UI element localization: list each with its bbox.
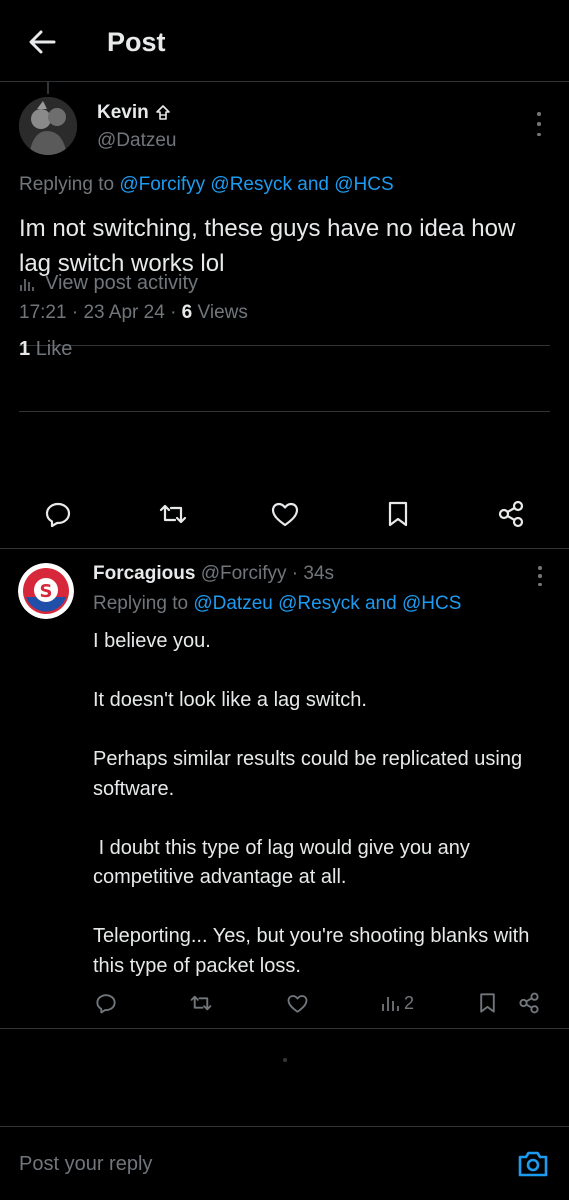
mention-link[interactable]: @HCS bbox=[334, 174, 393, 195]
share-button[interactable] bbox=[518, 989, 540, 1017]
post-meta: 17:21 · 23 Apr 24 · 6 Views bbox=[19, 302, 248, 323]
divider bbox=[0, 548, 569, 549]
views-count: 6 bbox=[181, 302, 193, 323]
post-time: 17:21 bbox=[19, 302, 67, 323]
replying-to: Replying to @Datzeu @Resyck and @HCS bbox=[93, 593, 462, 614]
avatar[interactable] bbox=[19, 97, 77, 155]
mention-link[interactable]: @Forcifyy bbox=[119, 174, 205, 195]
reply-icon bbox=[96, 994, 116, 1014]
more-dot bbox=[538, 566, 542, 570]
repost-icon bbox=[159, 504, 187, 524]
svg-text:S: S bbox=[40, 581, 53, 602]
post-action-bar bbox=[0, 496, 569, 532]
loading-indicator bbox=[283, 1058, 287, 1062]
reply-author-handle[interactable]: @Forcifyy bbox=[201, 563, 287, 584]
bookmark-button[interactable] bbox=[478, 989, 497, 1017]
thread-line bbox=[47, 82, 49, 94]
author-name[interactable]: Kevin bbox=[97, 102, 171, 124]
reply-input[interactable]: Post your reply bbox=[19, 1153, 152, 1176]
post-text: Im not switching, these guys have no ide… bbox=[19, 215, 516, 277]
mention-link[interactable]: @Resyck bbox=[278, 593, 360, 614]
mention-and: and bbox=[297, 174, 329, 195]
bookmark-icon bbox=[480, 993, 495, 1013]
camera-button[interactable] bbox=[516, 1149, 550, 1179]
avatar-image: S bbox=[18, 563, 74, 619]
divider bbox=[0, 1028, 569, 1029]
reply-action-bar: 2 bbox=[0, 989, 569, 1017]
reply-button[interactable] bbox=[40, 496, 76, 532]
bookmark-button[interactable] bbox=[380, 496, 416, 532]
reply-text: I believe you. It doesn't look like a la… bbox=[93, 627, 553, 981]
author-handle[interactable]: @Datzeu bbox=[97, 130, 177, 152]
like-icon bbox=[287, 994, 308, 1013]
arrow-left-icon bbox=[29, 30, 56, 54]
divider bbox=[19, 411, 550, 412]
reply-paragraph: I believe you. bbox=[93, 630, 211, 652]
reply-paragraph: Perhaps similar results could be replica… bbox=[93, 748, 528, 800]
reply-paragraph: Teleporting... Yes, but you're shooting … bbox=[93, 925, 535, 977]
repost-button[interactable] bbox=[155, 496, 191, 532]
more-dot bbox=[537, 132, 541, 136]
back-button[interactable] bbox=[26, 28, 58, 56]
like-button[interactable] bbox=[286, 989, 309, 1017]
views-icon bbox=[382, 997, 399, 1011]
bookmark-icon bbox=[388, 501, 408, 527]
share-button[interactable] bbox=[493, 496, 529, 532]
reply-author-name[interactable]: Forcagious bbox=[93, 563, 195, 584]
more-dot bbox=[537, 122, 541, 126]
reply-header: Forcagious @Forcifyy · 34s bbox=[93, 563, 335, 584]
avatar-image bbox=[19, 97, 77, 155]
mention-link[interactable]: @Datzeu bbox=[193, 593, 273, 614]
camera-icon bbox=[518, 1151, 548, 1177]
views-button[interactable]: 2 bbox=[380, 989, 414, 1017]
mention-and: and bbox=[364, 593, 397, 614]
share-icon bbox=[519, 992, 539, 1014]
avatar[interactable]: S bbox=[18, 563, 74, 619]
share-icon bbox=[498, 500, 524, 528]
reply-button[interactable] bbox=[95, 989, 117, 1017]
likes-count[interactable]: 1 Like bbox=[19, 338, 72, 361]
repost-button[interactable] bbox=[189, 989, 213, 1017]
reply-paragraph: I doubt this type of lag would give you … bbox=[93, 836, 476, 889]
mention-link[interactable]: @Resyck bbox=[210, 174, 292, 195]
reply-icon bbox=[45, 502, 71, 528]
top-bar: Post bbox=[0, 0, 569, 82]
page-title: Post bbox=[107, 27, 166, 57]
like-button[interactable] bbox=[267, 496, 303, 532]
view-post-activity-link[interactable]: View post activity bbox=[19, 272, 198, 295]
post-date: 23 Apr 24 bbox=[83, 302, 165, 323]
more-dot bbox=[537, 112, 541, 116]
repost-icon bbox=[190, 995, 212, 1011]
protected-icon bbox=[155, 105, 170, 120]
divider bbox=[19, 345, 550, 346]
more-dot bbox=[538, 582, 542, 586]
analytics-icon bbox=[20, 278, 34, 291]
reply-time: 34s bbox=[303, 563, 335, 584]
views-label: Views bbox=[197, 302, 248, 323]
views-count: 2 bbox=[404, 992, 415, 1013]
more-options-button[interactable] bbox=[528, 112, 550, 136]
reply-paragraph: It doesn't look like a lag switch. bbox=[93, 689, 367, 711]
replying-to: Replying to @Forcifyy @Resyck and @HCS bbox=[19, 174, 394, 195]
more-options-button[interactable] bbox=[529, 566, 551, 586]
more-dot bbox=[538, 574, 542, 578]
like-icon bbox=[271, 502, 299, 527]
reply-composer: Post your reply bbox=[0, 1126, 569, 1200]
mention-link[interactable]: @HCS bbox=[402, 593, 461, 614]
